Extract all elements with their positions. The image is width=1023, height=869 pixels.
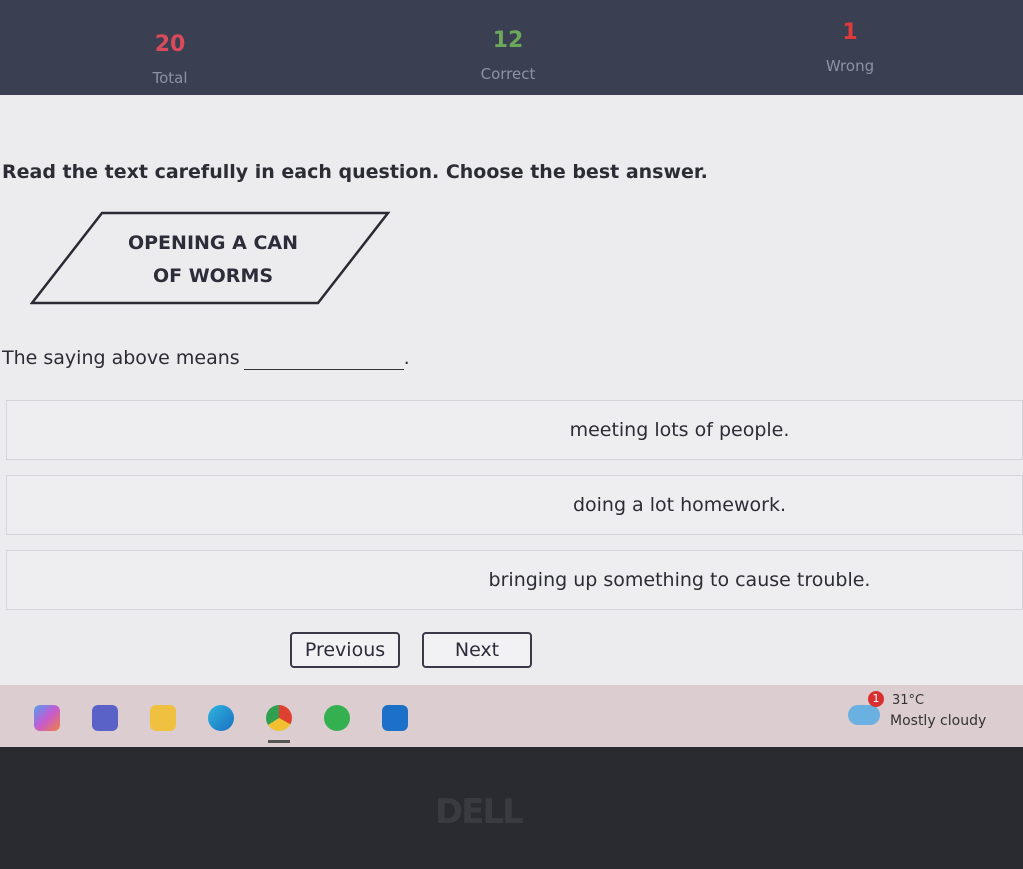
total-stat: 20 Total [110,32,230,87]
previous-button[interactable]: Previous [290,632,400,668]
question-prompt: The saying above means . [2,347,410,370]
instruction: Read the text carefully in each question… [2,161,708,183]
outlook-icon[interactable] [382,705,408,731]
option-2[interactable]: doing a lot homework. [6,475,1023,535]
quiz-content: Read the text carefully in each question… [0,95,1023,685]
correct-label: Correct [480,65,536,83]
next-button[interactable]: Next [422,632,532,668]
prompt-end: . [403,347,410,369]
cloud-icon [848,705,880,725]
weather-temp: 31°C [892,693,925,708]
taskbar: 1 31°C Mostly cloudy [0,685,1023,747]
option-3[interactable]: bringing up something to cause trouble. [6,550,1023,610]
answer-blank [243,347,404,370]
teams-icon[interactable] [92,705,118,731]
total-label: Total [152,69,188,87]
dell-logo: DELL [435,792,524,832]
correct-value: 12 [492,28,524,53]
prompt-text: The saying above means [2,347,240,369]
active-app-indicator [268,740,290,743]
chrome-icon[interactable] [266,705,292,731]
weather-condition: Mostly cloudy [890,713,987,729]
whatsapp-icon[interactable] [324,705,350,731]
file-explorer-icon[interactable] [150,705,176,731]
saying-box: OPENING A CAN OF WORMS [30,211,391,305]
edge-icon[interactable] [208,705,234,731]
wrong-value: 1 [842,20,858,45]
total-value: 20 [154,32,186,57]
wrong-label: Wrong [825,57,875,75]
copilot-icon[interactable] [34,705,60,731]
saying-line1: OPENING A CAN [127,232,298,254]
saying-line2: OF WORMS [152,265,274,287]
score-bar: 20 Total 12 Correct 1 Wrong [0,0,1023,100]
option-1[interactable]: meeting lots of people. [6,400,1023,460]
monitor-bezel: DELL [0,747,1023,869]
weather-badge: 1 [868,691,884,707]
wrong-stat: 1 Wrong [790,20,910,75]
correct-stat: 12 Correct [448,28,568,83]
